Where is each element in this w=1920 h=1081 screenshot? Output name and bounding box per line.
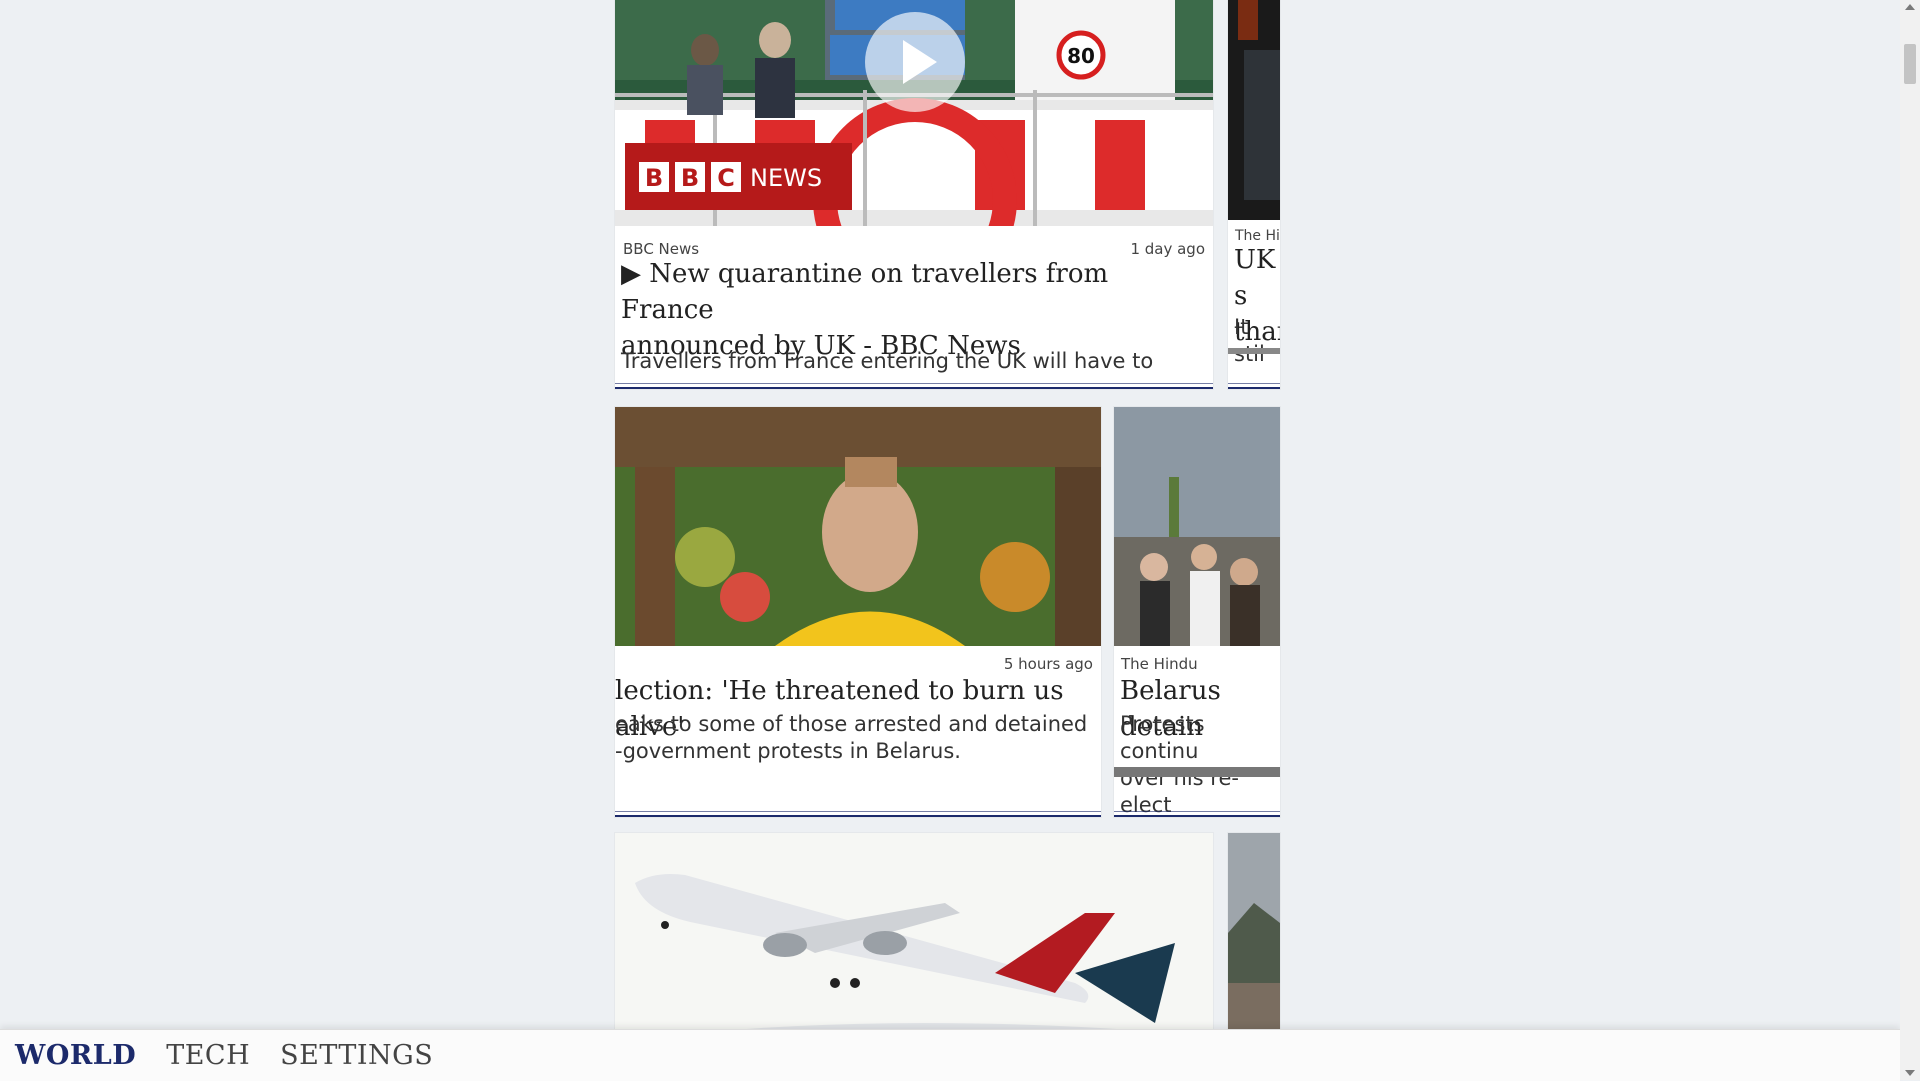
scroll-down-arrow-icon[interactable] [1905, 1070, 1915, 1076]
protest-thumbnail [1114, 407, 1280, 646]
card-divider [1228, 348, 1280, 354]
svg-text:B: B [645, 164, 663, 192]
bottom-navigation: WORLD TECH SETTINGS [0, 1029, 1900, 1081]
card-image[interactable]: 80 B B C NEWS [615, 0, 1213, 226]
timestamp: 5 hours ago [1003, 655, 1093, 673]
news-card-the-hindu[interactable]: The Hindu Belarus detain Protests contin… [1114, 407, 1280, 817]
snippet: eaks to some of those arrested and detai… [615, 711, 1087, 765]
snippet-line-2: -government protests in Belarus. [615, 739, 961, 763]
news-feed: 80 B B C NEWS BBC News 1 day ago ▶ New q… [0, 0, 1900, 1080]
card-image[interactable] [1114, 407, 1280, 646]
snippet: Protests continu over his re-elect [1120, 711, 1280, 815]
headline-line-1[interactable]: UK s [1234, 242, 1280, 314]
nav-tech[interactable]: TECH [166, 1040, 250, 1071]
scroll-up-arrow-icon[interactable] [1905, 4, 1915, 10]
snippet: It stil [1234, 315, 1265, 366]
svg-text:NEWS: NEWS [750, 164, 822, 192]
news-card-belarus-interview[interactable]: 5 hours ago lection: 'He threatened to b… [615, 407, 1101, 817]
nav-settings[interactable]: SETTINGS [280, 1040, 433, 1071]
speed-sign-number: 80 [1067, 44, 1095, 68]
snippet: Travellers from France entering the UK w… [621, 349, 1154, 373]
headline-line-1[interactable]: ▶ New quarantine on travellers from Fran… [621, 256, 1201, 328]
news-card-bbc[interactable]: 80 B B C NEWS BBC News 1 day ago ▶ New q… [615, 0, 1213, 389]
svg-text:C: C [717, 164, 735, 192]
card-divider [1114, 767, 1280, 777]
source-label: The Hindu [1121, 655, 1198, 673]
news-card-partial-top[interactable]: The Hi UK s than It stil [1228, 0, 1280, 389]
card-image[interactable] [615, 407, 1101, 646]
card-image[interactable] [1228, 0, 1280, 220]
nav-world[interactable]: WORLD [15, 1040, 136, 1071]
dark-thumbnail [1228, 0, 1280, 220]
snippet-line-1: Protests continu [1120, 712, 1205, 763]
snippet-line-1: eaks to some of those arrested and detai… [615, 712, 1088, 736]
scroll-thumb[interactable] [1904, 44, 1916, 84]
interview-thumbnail [615, 407, 1101, 646]
vertical-scrollbar[interactable] [1900, 0, 1920, 1080]
svg-text:B: B [681, 164, 699, 192]
bbc-news-thumbnail: 80 B B C NEWS [615, 0, 1213, 226]
